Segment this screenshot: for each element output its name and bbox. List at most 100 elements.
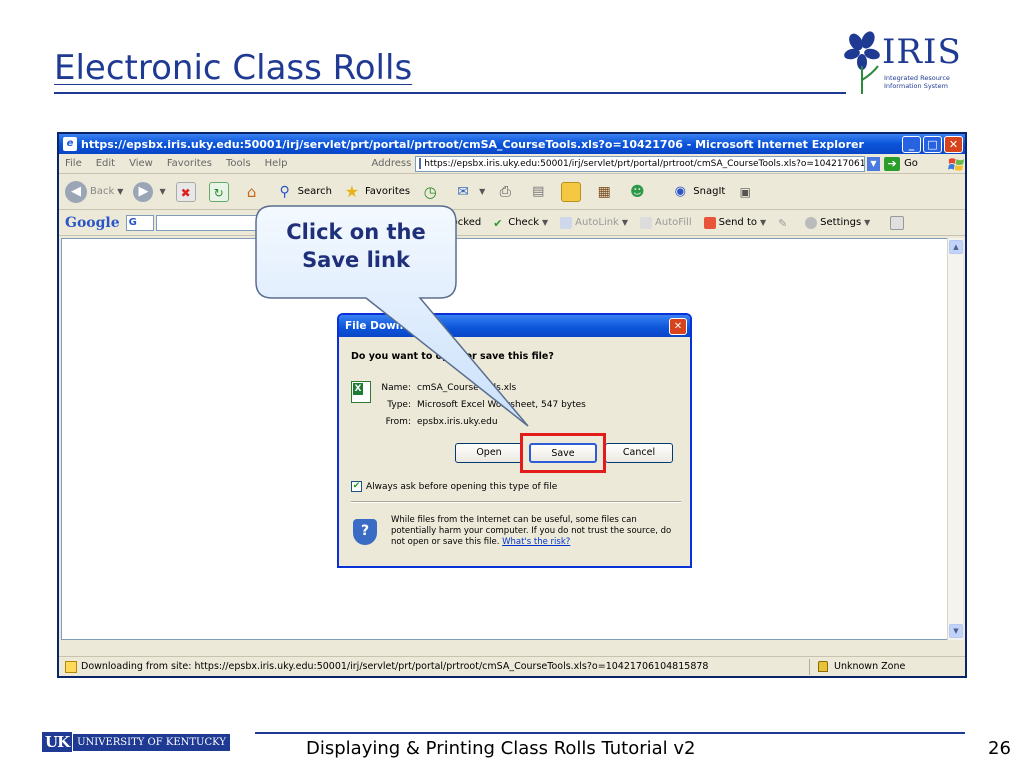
iris-subtitle-line2: Information System bbox=[884, 82, 948, 90]
back-button[interactable]: ◀ Back ▼ bbox=[65, 180, 124, 203]
minimize-button[interactable]: _ bbox=[902, 135, 921, 153]
stop-button[interactable]: ✖ bbox=[175, 181, 199, 202]
menu-bar: File Edit View Favorites Tools Help Addr… bbox=[59, 154, 965, 174]
file-from-value: epsbx.iris.uky.edu bbox=[417, 417, 498, 427]
open-button[interactable]: Open bbox=[455, 443, 523, 463]
menu-tools[interactable]: Tools bbox=[226, 158, 251, 169]
snagit-icon: ◉ bbox=[674, 183, 686, 199]
ie-page-icon: e bbox=[63, 137, 77, 151]
dialog-question: Do you want to open or save this file? bbox=[351, 351, 554, 362]
menu-help[interactable]: Help bbox=[265, 158, 288, 169]
folder-button[interactable] bbox=[561, 181, 584, 202]
save-highlight-box bbox=[520, 433, 606, 473]
search-button[interactable]: ⚲ Search bbox=[275, 182, 332, 202]
scroll-up-icon[interactable]: ▲ bbox=[949, 240, 963, 254]
chevron-down-icon: ▼ bbox=[542, 218, 549, 227]
go-arrow-icon: ➔ bbox=[884, 156, 901, 171]
sendto-button[interactable]: Send to ▼ bbox=[703, 216, 767, 229]
download-icon bbox=[65, 660, 77, 673]
autolink-label: AutoLink bbox=[575, 217, 619, 228]
snagit-window-button[interactable]: ▣ bbox=[735, 182, 758, 202]
settings-button[interactable]: Settings ▼ bbox=[805, 216, 871, 229]
ie-titlebar[interactable]: e https://epsbx.iris.uky.edu:50001/irj/s… bbox=[59, 134, 965, 154]
callout-line2: Save link bbox=[302, 248, 410, 272]
back-label: Back bbox=[90, 186, 115, 197]
chevron-down-icon: ▼ bbox=[117, 187, 124, 196]
zone-lock-icon bbox=[818, 661, 828, 672]
dialog-titlebar[interactable]: File Download ✕ bbox=[339, 315, 690, 337]
toolbar-options-button[interactable] bbox=[890, 215, 907, 230]
snagit-button[interactable]: ◉ SnagIt bbox=[670, 182, 726, 202]
file-from-row: From: epsbx.iris.uky.edu bbox=[355, 417, 498, 427]
pencil-icon: ✎ bbox=[778, 216, 788, 230]
print-button[interactable]: ⎙ bbox=[495, 182, 518, 202]
autolink-icon bbox=[560, 216, 573, 229]
status-text: Downloading from site: https://epsbx.iri… bbox=[81, 661, 709, 672]
uk-logo: UK UNIVERSITY OF KENTUCKY bbox=[42, 732, 230, 752]
always-ask-checkbox-row[interactable]: ✔ Always ask before opening this type of… bbox=[351, 481, 557, 492]
file-name-value: cmSA_CourseTools.xls bbox=[417, 383, 517, 393]
home-button[interactable]: ⌂ bbox=[242, 182, 265, 202]
sendto-label: Send to bbox=[718, 217, 757, 228]
dialog-close-button[interactable]: ✕ bbox=[669, 317, 687, 335]
status-bar: Downloading from site: https://epsbx.iri… bbox=[59, 656, 965, 676]
file-type-row: Type: Microsoft Excel Worksheet, 547 byt… bbox=[355, 400, 586, 410]
chevron-down-icon[interactable]: ▼ bbox=[866, 156, 881, 171]
refresh-button[interactable]: ↻ bbox=[208, 181, 232, 202]
forward-button[interactable]: ▶ ▼ bbox=[133, 181, 166, 202]
autofill-button[interactable]: AutoFill bbox=[640, 216, 692, 229]
go-button[interactable]: ➔ Go bbox=[884, 156, 918, 171]
chevron-down-icon: ▼ bbox=[864, 218, 871, 227]
chevron-down-icon: ▼ bbox=[479, 187, 486, 196]
check-label: Check bbox=[508, 217, 539, 228]
close-button[interactable]: ✕ bbox=[944, 135, 963, 153]
autolink-button[interactable]: AutoLink ▼ bbox=[560, 216, 628, 229]
maximize-button[interactable]: □ bbox=[923, 135, 942, 153]
menu-edit[interactable]: Edit bbox=[96, 158, 115, 169]
history-button[interactable]: ◷ bbox=[420, 182, 443, 202]
iris-subtitle: Integrated Resource Information System bbox=[884, 74, 950, 90]
address-input[interactable]: https://epsbx.iris.uky.edu:50001/irj/ser… bbox=[415, 155, 865, 172]
scroll-down-icon[interactable]: ▼ bbox=[949, 624, 963, 638]
vertical-scrollbar[interactable]: ▲ ▼ bbox=[947, 238, 963, 640]
always-ask-checkbox[interactable]: ✔ bbox=[351, 481, 362, 492]
messenger-button[interactable]: ☻ bbox=[627, 182, 650, 202]
toolbar-options-icon bbox=[890, 215, 905, 230]
menu-favorites[interactable]: Favorites bbox=[167, 158, 212, 169]
menu-file[interactable]: File bbox=[65, 158, 82, 169]
zone-label: Unknown Zone bbox=[834, 661, 906, 672]
forward-arrow-icon: ▶ bbox=[133, 181, 154, 202]
spellcheck-button[interactable]: ✔ Check ▼ bbox=[493, 217, 549, 230]
address-label: Address bbox=[371, 158, 412, 169]
windows-flag-icon bbox=[947, 157, 965, 171]
dialog-title: File Download bbox=[345, 320, 429, 332]
footer-text: Displaying & Printing Class Rolls Tutori… bbox=[306, 738, 696, 759]
autofill-label: AutoFill bbox=[655, 217, 692, 228]
favorites-button[interactable]: ★ Favorites bbox=[342, 182, 410, 202]
slide-number: 26 bbox=[988, 738, 1011, 759]
edit-button[interactable]: ▤ bbox=[528, 182, 551, 202]
file-name-row: Name: cmSA_CourseTools.xls bbox=[355, 383, 516, 393]
uk-mark: UK bbox=[42, 732, 73, 752]
research-button[interactable]: ▦ bbox=[594, 182, 617, 202]
ie-window-title: https://epsbx.iris.uky.edu:50001/irj/ser… bbox=[81, 137, 864, 151]
callout-text: Click on the Save link bbox=[258, 218, 454, 274]
highlight-button[interactable]: ✎ bbox=[778, 216, 793, 230]
mail-button[interactable]: ✉ ▼ bbox=[453, 182, 485, 202]
edit-icon: ▤ bbox=[532, 183, 545, 199]
printer-icon: ⎙ bbox=[499, 183, 511, 200]
cancel-button[interactable]: Cancel bbox=[605, 443, 673, 463]
risk-link[interactable]: What's the risk? bbox=[502, 537, 570, 547]
google-logo: Google bbox=[65, 214, 120, 231]
file-type-label: Type: bbox=[387, 400, 411, 410]
mail-icon: ✉ bbox=[457, 183, 469, 200]
home-icon: ⌂ bbox=[246, 182, 257, 201]
google-g-dropdown[interactable]: G bbox=[125, 214, 154, 231]
settings-label: Settings bbox=[820, 217, 862, 228]
file-download-dialog: File Download ✕ Do you want to open or s… bbox=[337, 313, 692, 568]
file-from-label: From: bbox=[385, 417, 411, 427]
search-icon: ⚲ bbox=[279, 183, 290, 200]
iris-logo: IRIS Integrated Resource Information Sys… bbox=[842, 30, 962, 100]
chevron-down-icon: ▼ bbox=[760, 218, 767, 227]
menu-view[interactable]: View bbox=[129, 158, 153, 169]
